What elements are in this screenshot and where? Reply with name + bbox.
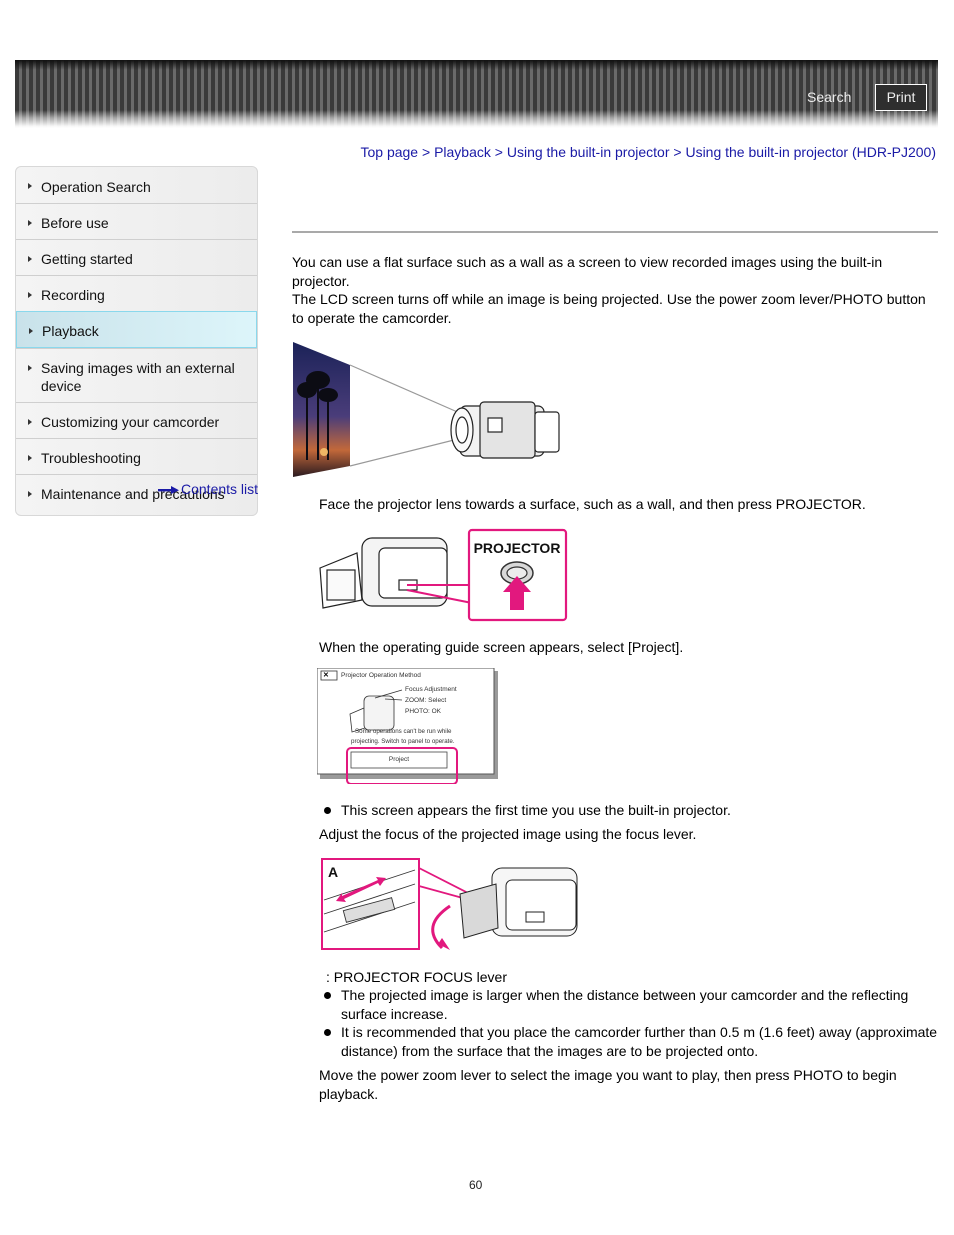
triangle-right-icon	[28, 292, 32, 298]
breadcrumb-separator: >	[421, 144, 431, 160]
camcorder-drawing	[450, 401, 560, 459]
sidebar-item-label: Saving images with an external device	[41, 360, 235, 394]
bullet-larger-image: The projected image is larger when the d…	[319, 986, 939, 1023]
sidebar-item-label: Recording	[41, 287, 105, 303]
sidebar-item-operation-search[interactable]: Operation Search	[16, 167, 257, 203]
search-link[interactable]: Search	[807, 89, 851, 105]
sidebar-item-customizing[interactable]: Customizing your camcorder	[16, 402, 257, 438]
sidebar-item-label: Before use	[41, 215, 109, 231]
sidebar-item-recording[interactable]: Recording	[16, 275, 257, 311]
breadcrumb-current-page[interactable]: Using the built-in projector (HDR-PJ200)	[685, 144, 936, 160]
bullet-icon	[324, 1029, 331, 1036]
guide-focus-line: Focus Adjustment	[405, 686, 457, 693]
focus-lever-marker: A	[328, 864, 338, 880]
step-3-text: Adjust the focus of the projected image …	[319, 826, 697, 842]
bullet-icon	[324, 807, 331, 814]
sidebar-item-label: Playback	[42, 323, 99, 339]
bullet-text: The projected image is larger when the d…	[341, 987, 909, 1022]
triangle-right-icon	[28, 419, 32, 425]
triangle-right-icon	[28, 220, 32, 226]
guide-photo-line: PHOTO: OK	[405, 708, 441, 715]
bullet-distance: It is recommended that you place the cam…	[319, 1023, 939, 1060]
triangle-right-icon	[28, 256, 32, 262]
triangle-right-icon	[28, 455, 32, 461]
triangle-right-icon	[28, 491, 32, 497]
triangle-right-icon	[28, 365, 32, 371]
guide-note-1: Some operations can't be run while	[355, 728, 452, 735]
step-2-text: When the operating guide screen appears,…	[319, 639, 684, 655]
breadcrumb-playback[interactable]: Playback	[434, 144, 491, 160]
sidebar-nav: Operation Search Before use Getting star…	[15, 166, 258, 516]
camcorder-drawing	[459, 867, 578, 939]
breadcrumb-separator: >	[673, 144, 682, 160]
projection-illustration	[293, 342, 560, 477]
sidebar-item-label: Customizing your camcorder	[41, 414, 220, 430]
focus-lever-illustration: A	[321, 858, 578, 950]
bullet-first-time: This screen appears the first time you u…	[319, 801, 939, 820]
page-number: 60	[469, 1178, 483, 1192]
contents-list-link[interactable]: Contents list	[158, 481, 258, 497]
title-divider	[292, 231, 938, 233]
sidebar-item-playback[interactable]: Playback	[16, 311, 257, 348]
bullet-text: It is recommended that you place the cam…	[341, 1024, 938, 1059]
legend-a-text: : PROJECTOR FOCUS lever	[326, 969, 507, 985]
triangle-right-icon	[29, 328, 33, 334]
triangle-right-icon	[28, 183, 32, 189]
step-1-text: Face the projector lens towards a surfac…	[319, 496, 866, 512]
arrow-right-icon	[158, 486, 179, 495]
projector-button-label: PROJECTOR	[474, 540, 561, 556]
intro-paragraph-1: You can use a flat surface such as a wal…	[292, 254, 883, 289]
projected-image	[293, 342, 350, 477]
intro-text: You can use a flat surface such as a wal…	[292, 253, 938, 327]
operating-guide-screen: ✕ Projector Operation Method Focus Adjus…	[317, 668, 499, 784]
camcorder-drawing	[319, 537, 448, 609]
breadcrumb-separator: >	[494, 144, 503, 160]
sidebar-item-label: Getting started	[41, 251, 133, 267]
header-bar	[15, 60, 938, 128]
sidebar-item-saving-images[interactable]: Saving images with an external device	[16, 348, 257, 402]
print-button[interactable]: Print	[875, 84, 927, 111]
step-4-text: Move the power zoom lever to select the …	[319, 1067, 897, 1102]
contents-list-label: Contents list	[181, 481, 259, 497]
breadcrumb-using-projector[interactable]: Using the built-in projector	[507, 144, 670, 160]
projector-button-illustration: PROJECTOR	[319, 528, 568, 622]
guide-note-2: projecting. Switch to panel to operate.	[351, 738, 455, 745]
breadcrumb: Top page > Playback > Using the built-in…	[360, 144, 936, 160]
sidebar-item-label: Troubleshooting	[41, 450, 141, 466]
sidebar-item-before-use[interactable]: Before use	[16, 203, 257, 239]
sidebar-item-troubleshooting[interactable]: Troubleshooting	[16, 438, 257, 474]
bullet-text: This screen appears the first time you u…	[341, 802, 731, 818]
sidebar-item-getting-started[interactable]: Getting started	[16, 239, 257, 275]
guide-zoom-line: ZOOM: Select	[405, 697, 447, 704]
guide-title: Projector Operation Method	[341, 672, 421, 679]
breadcrumb-top-page[interactable]: Top page	[360, 144, 418, 160]
sidebar-item-label: Operation Search	[41, 179, 151, 195]
intro-paragraph-2: The LCD screen turns off while an image …	[292, 291, 926, 326]
project-button[interactable]: Project	[351, 756, 447, 763]
bullet-icon	[324, 992, 331, 999]
close-icon: ✕	[323, 672, 329, 679]
